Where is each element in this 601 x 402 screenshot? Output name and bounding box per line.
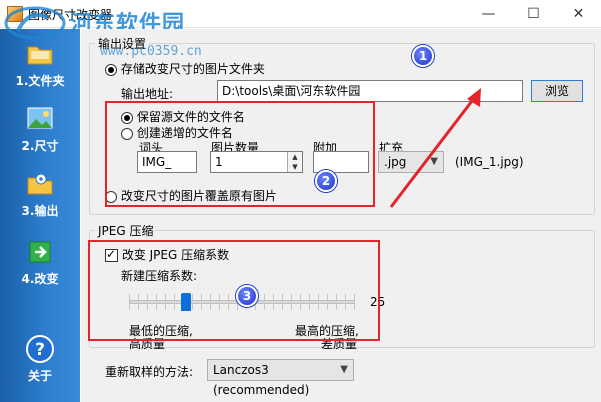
sidebar-item-label: 4.改变 bbox=[21, 272, 59, 286]
folder-icon bbox=[27, 46, 53, 65]
address-label: 输出地址: bbox=[121, 87, 174, 101]
annotation-badge-3: 3 bbox=[236, 285, 258, 307]
image-size-icon bbox=[27, 107, 53, 129]
sidebar-item-output[interactable]: 3.输出 bbox=[0, 169, 80, 219]
arrow-right-icon bbox=[29, 241, 51, 263]
store-folder-label: 存储改变尺寸的图片文件夹 bbox=[120, 62, 265, 76]
sidebar-item-label: 2.尺寸 bbox=[21, 139, 59, 153]
watermark-logo bbox=[4, 6, 66, 40]
resample-label: 重新取样的方法: bbox=[105, 365, 194, 379]
store-folder-radio[interactable] bbox=[105, 63, 117, 76]
annotation-badge-2: 2 bbox=[315, 170, 337, 192]
close-button[interactable]: ✕ bbox=[556, 0, 601, 28]
sidebar-item-label: 3.输出 bbox=[21, 204, 59, 218]
maximize-button[interactable]: ☐ bbox=[511, 0, 556, 28]
main-panel: 输出设置 存储改变尺寸的图片文件夹 输出地址: D:\tools\桌面\河东软件… bbox=[81, 29, 601, 402]
sidebar-item-label: 1.文件夹 bbox=[15, 74, 65, 88]
sidebar-item-size[interactable]: 2.尺寸 bbox=[0, 104, 80, 154]
annotation-box-filename bbox=[105, 101, 375, 207]
annotation-arrow bbox=[389, 88, 481, 208]
resample-select[interactable]: Lanczos3 (recommended) ▼ bbox=[207, 359, 354, 397]
annotation-box-jpeg bbox=[88, 240, 380, 341]
annotation-badge-1: 1 bbox=[412, 45, 434, 67]
sidebar-item-folder[interactable]: 1.文件夹 bbox=[0, 39, 80, 89]
sidebar-item-about[interactable]: ? 关于 bbox=[0, 334, 80, 384]
store-folder-option[interactable]: 存储改变尺寸的图片文件夹 bbox=[105, 60, 265, 77]
help-icon: ? bbox=[26, 335, 54, 363]
sidebar: 1.文件夹 2.尺寸 3.输出 4.改变 ? 关于 bbox=[0, 29, 80, 402]
watermark-url: www.pc0359.cn bbox=[100, 44, 202, 59]
output-folder-icon bbox=[27, 173, 53, 195]
chevron-down-icon: ▼ bbox=[340, 364, 348, 375]
resample-value: Lanczos3 (recommended) bbox=[213, 363, 310, 397]
jpeg-compression-title: JPEG 压缩 bbox=[95, 222, 157, 239]
browse-button[interactable]: 浏览 bbox=[531, 80, 583, 102]
minimize-button[interactable]: — bbox=[466, 0, 511, 28]
sidebar-item-label: 关于 bbox=[27, 369, 52, 383]
sidebar-item-change[interactable]: 4.改变 bbox=[0, 237, 80, 287]
svg-text:?: ? bbox=[35, 340, 45, 360]
